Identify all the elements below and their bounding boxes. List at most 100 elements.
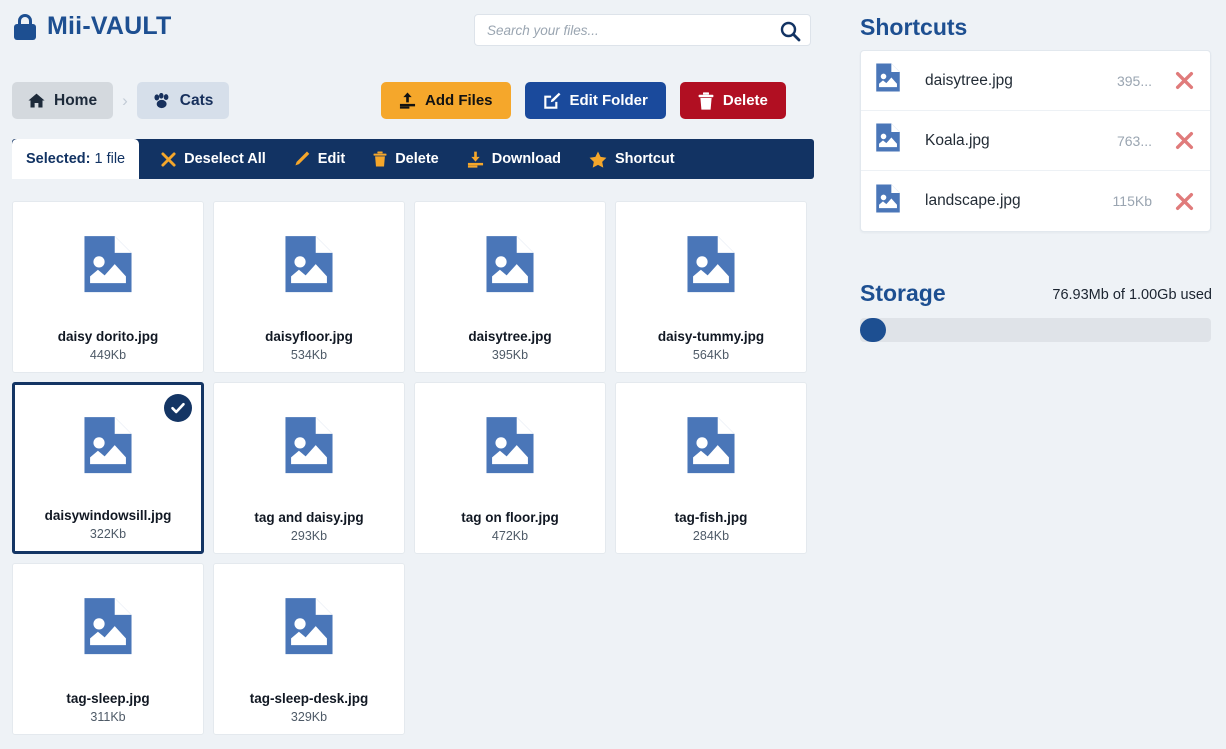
file-card[interactable]: tag-fish.jpg 284Kb: [615, 382, 807, 554]
edit-selection-button[interactable]: Edit: [280, 139, 359, 179]
file-name: tag and daisy.jpg: [214, 510, 404, 525]
image-file-icon: [82, 597, 134, 655]
breadcrumb-item-cats[interactable]: Cats: [137, 82, 230, 119]
file-size: 564Kb: [616, 348, 806, 362]
selection-status-prefix: Selected:: [26, 151, 90, 167]
lock-icon: [14, 14, 36, 40]
shortcut-selection-label: Shortcut: [615, 151, 675, 167]
shortcuts-panel: daisytree.jpg395...Koala.jpg763...landsc…: [860, 50, 1211, 232]
storage-bar-fill: [860, 318, 886, 342]
breadcrumb-label: Cats: [180, 92, 214, 110]
deselect-all-button[interactable]: Deselect All: [139, 139, 280, 179]
file-name: daisy-tummy.jpg: [616, 329, 806, 344]
file-card[interactable]: daisyfloor.jpg 534Kb: [213, 201, 405, 373]
shortcuts-title: Shortcuts: [860, 14, 967, 41]
top-bar: Mii-VAULT: [0, 0, 828, 60]
selection-toolbar: Selected: 1 file Deselect All Edit: [12, 139, 814, 179]
breadcrumb: Home › Cats: [12, 82, 229, 119]
file-card[interactable]: tag-sleep.jpg 311Kb: [12, 563, 204, 735]
shortcut-name: daisytree.jpg: [925, 72, 1117, 90]
x-icon: [1175, 71, 1194, 90]
image-file-icon: [685, 416, 737, 474]
file-card[interactable]: daisytree.jpg395Kb: [414, 201, 606, 373]
file-type-icon: [82, 235, 134, 298]
brand[interactable]: Mii-VAULT: [14, 12, 171, 41]
storage-usage-text: 76.93Mb of 1.00Gb used: [1052, 287, 1212, 303]
file-grid: daisy dorito.jpg 449Kb daisyfloor.jpg 534Kb…: [12, 201, 816, 735]
file-size: 322Kb: [15, 527, 201, 541]
selection-status: Selected: 1 file: [12, 139, 139, 179]
image-file-icon-wrap: [875, 123, 901, 157]
file-name: tag-sleep-desk.jpg: [214, 691, 404, 706]
shortcut-name: landscape.jpg: [925, 192, 1113, 210]
x-icon: [1175, 192, 1194, 211]
file-size: 449Kb: [13, 348, 203, 362]
shortcut-row[interactable]: daisytree.jpg395...: [861, 51, 1210, 111]
image-file-icon: [283, 416, 335, 474]
edit-selection-label: Edit: [318, 151, 345, 167]
file-name: daisy dorito.jpg: [13, 329, 203, 344]
shortcut-row[interactable]: landscape.jpg115Kb: [861, 171, 1210, 231]
remove-shortcut-button[interactable]: [1174, 191, 1194, 211]
search-icon: [778, 19, 802, 43]
download-selection-button[interactable]: Download: [453, 139, 575, 179]
shortcut-selection-button[interactable]: Shortcut: [575, 139, 689, 179]
search-input[interactable]: [487, 15, 757, 45]
trash-icon: [373, 151, 387, 167]
file-card[interactable]: tag-sleep-desk.jpg329Kb: [213, 563, 405, 735]
file-card[interactable]: tag on floor.jpg472Kb: [414, 382, 606, 554]
search-box[interactable]: [474, 14, 811, 46]
breadcrumb-label: Home: [54, 92, 97, 110]
edit-folder-label: Edit Folder: [570, 92, 648, 109]
file-type-icon: [82, 416, 134, 479]
file-card[interactable]: daisy dorito.jpg 449Kb: [12, 201, 204, 373]
add-files-label: Add Files: [425, 92, 493, 109]
star-icon: [589, 151, 607, 168]
selected-check-badge: [164, 394, 192, 422]
image-file-icon: [484, 416, 536, 474]
file-name: daisyfloor.jpg: [214, 329, 404, 344]
download-selection-label: Download: [492, 151, 561, 167]
image-file-icon: [82, 235, 134, 293]
delete-selection-button[interactable]: Delete: [359, 139, 453, 179]
file-size: 534Kb: [214, 348, 404, 362]
side-panel: Shortcuts daisytree.jpg395...Koala.jpg76…: [848, 0, 1226, 749]
selection-status-value: 1 file: [94, 151, 125, 167]
shortcut-name: Koala.jpg: [925, 132, 1117, 150]
file-type-icon: [484, 235, 536, 298]
file-type-icon: [283, 235, 335, 298]
delete-folder-button[interactable]: Delete: [680, 82, 786, 119]
image-file-icon: [283, 597, 335, 655]
file-size: 284Kb: [616, 529, 806, 543]
file-card[interactable]: daisy-tummy.jpg 564Kb: [615, 201, 807, 373]
breadcrumb-item-home[interactable]: Home: [12, 82, 113, 119]
add-files-button[interactable]: Add Files: [381, 82, 511, 119]
file-name: tag-fish.jpg: [616, 510, 806, 525]
remove-shortcut-button[interactable]: [1174, 131, 1194, 151]
delete-folder-label: Delete: [723, 92, 768, 109]
folder-actions: Add Files Edit Folder Delete: [381, 82, 786, 119]
edit-folder-button[interactable]: Edit Folder: [525, 82, 666, 119]
file-type-icon: [484, 416, 536, 479]
image-file-icon: [283, 235, 335, 293]
brand-name: Mii-VAULT: [47, 12, 171, 41]
paw-icon: [153, 93, 171, 109]
file-size: 395Kb: [415, 348, 605, 362]
remove-shortcut-button[interactable]: [1174, 71, 1194, 91]
file-type-icon: [685, 416, 737, 479]
check-icon: [170, 400, 186, 416]
storage-title: Storage: [860, 280, 946, 307]
file-name: daisywindowsill.jpg: [15, 508, 201, 523]
file-type-icon: [82, 597, 134, 660]
file-card[interactable]: tag and daisy.jpg 293Kb: [213, 382, 405, 554]
pencil-icon: [294, 151, 310, 167]
image-file-icon: [82, 416, 134, 474]
upload-icon: [399, 92, 416, 109]
image-file-icon: [875, 63, 901, 92]
shortcut-row[interactable]: Koala.jpg763...: [861, 111, 1210, 171]
file-size: 311Kb: [13, 710, 203, 724]
file-name: tag-sleep.jpg: [13, 691, 203, 706]
file-size: 293Kb: [214, 529, 404, 543]
file-card[interactable]: daisywindowsill.jpg 322Kb: [12, 382, 204, 554]
search-button[interactable]: [778, 19, 802, 43]
